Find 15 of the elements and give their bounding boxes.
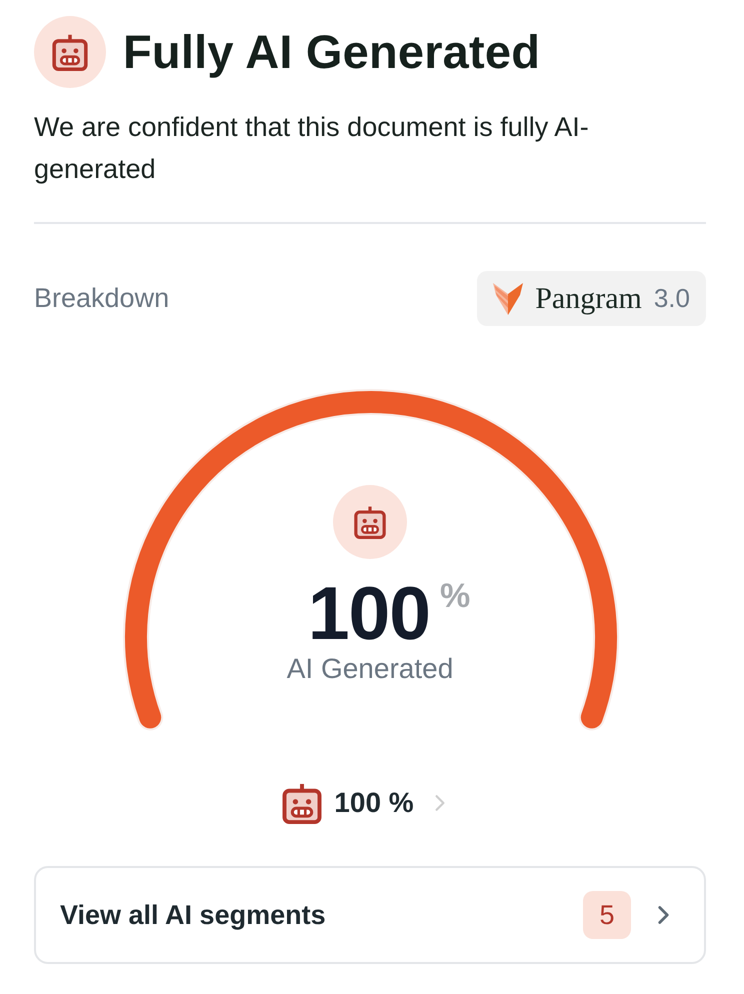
breakdown-label: Breakdown xyxy=(34,283,170,314)
chevron-right-icon xyxy=(434,794,446,812)
result-title: Fully AI Generated xyxy=(123,24,540,80)
score-value: 100 xyxy=(308,573,430,653)
robot-icon xyxy=(282,782,322,824)
score-caption: AI Generated xyxy=(286,653,454,685)
legend-item[interactable]: 100 % xyxy=(282,782,446,824)
result-description: We are confident that this document is fully AI-generated xyxy=(34,111,590,186)
view-segments-button[interactable]: View all AI segments 5 xyxy=(34,866,706,964)
model-name: Pangram xyxy=(535,282,642,316)
chevron-right-icon xyxy=(657,905,670,925)
percent-sign: % xyxy=(440,577,470,616)
logo-icon xyxy=(493,282,524,314)
segment-count-badge: 5 xyxy=(583,891,631,939)
model-version: 3.0 xyxy=(654,283,690,314)
